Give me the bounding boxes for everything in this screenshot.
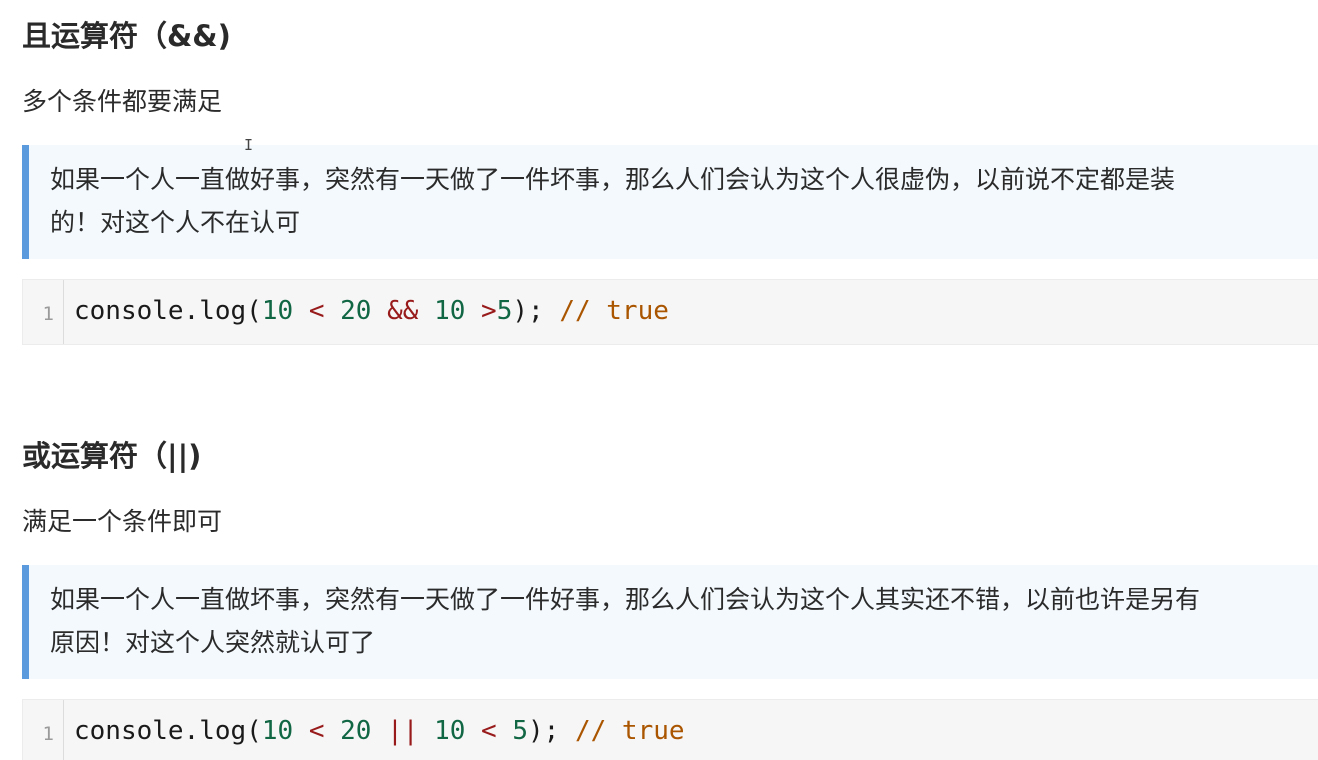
or-operator-code-block[interactable]: 1 console.log(10 < 20 || 10 < 5); // tru… [22, 699, 1318, 760]
code-operator: < [308, 716, 325, 746]
code-operator: < [481, 716, 497, 746]
and-operator-quote: 如果一个人一直做好事，突然有一天做了一件坏事，那么人们会认为这个人很虚伪，以前说… [22, 145, 1318, 259]
text-cursor-icon: I [244, 136, 254, 154]
code-function-call: console.log( [74, 296, 262, 326]
or-operator-description: 满足一个条件即可 [22, 507, 223, 536]
quote-line: 的！对这个人不在认可 [50, 208, 301, 237]
quote-line: 如果一个人一直做好事，突然有一天做了一件坏事，那么人们会认为这个人很虚伪，以前说… [50, 165, 1176, 194]
code-number: 10 [261, 296, 294, 326]
code-line[interactable]: console.log(10 < 20 && 10 >5); // true [74, 293, 669, 329]
code-number: 5 [496, 296, 513, 326]
code-number: 10 [261, 716, 294, 746]
code-number: 20 [340, 296, 372, 326]
code-number: 10 [434, 716, 466, 746]
code-comment: // true [559, 296, 669, 326]
code-line[interactable]: console.log(10 < 20 || 10 < 5); // true [74, 713, 685, 749]
code-number: 5 [512, 716, 528, 746]
and-operator-code-block[interactable]: 1 console.log(10 < 20 && 10 >5); // true [22, 279, 1318, 345]
line-number: 1 [42, 303, 54, 325]
quote-line: 如果一个人一直做坏事，突然有一天做了一件好事，那么人们会认为这个人其实还不错，以… [50, 585, 1201, 614]
quote-line: 原因！对这个人突然就认可了 [50, 628, 376, 657]
code-operator: < [308, 296, 325, 326]
code-punctuation: ); [512, 296, 560, 326]
code-number: 10 [434, 296, 466, 326]
code-punctuation: ); [528, 716, 575, 746]
or-operator-section: 或运算符（||) 满足一个条件即可 如果一个人一直做坏事，突然有一天做了一件好事… [22, 432, 1318, 760]
code-comment: // true [574, 716, 685, 746]
and-operator-section: 且运算符（&&) 多个条件都要满足 如果一个人一直做好事，突然有一天做了一件坏事… [22, 12, 1318, 345]
code-gutter: 1 [23, 700, 64, 760]
and-operator-heading: 且运算符（&&) [22, 19, 231, 53]
or-operator-heading: 或运算符（||) [22, 439, 202, 473]
code-gutter: 1 [23, 280, 64, 344]
code-operator: && [387, 296, 419, 326]
code-number: 20 [340, 716, 372, 746]
code-operator: || [387, 716, 419, 746]
or-operator-quote: 如果一个人一直做坏事，突然有一天做了一件好事，那么人们会认为这个人其实还不错，以… [22, 565, 1318, 679]
document-page: 且运算符（&&) 多个条件都要满足 如果一个人一直做好事，突然有一天做了一件坏事… [0, 0, 1318, 760]
and-operator-description: 多个条件都要满足 [22, 87, 223, 116]
line-number: 1 [42, 723, 54, 745]
code-function-call: console.log( [74, 716, 262, 746]
code-operator: > [481, 296, 497, 326]
